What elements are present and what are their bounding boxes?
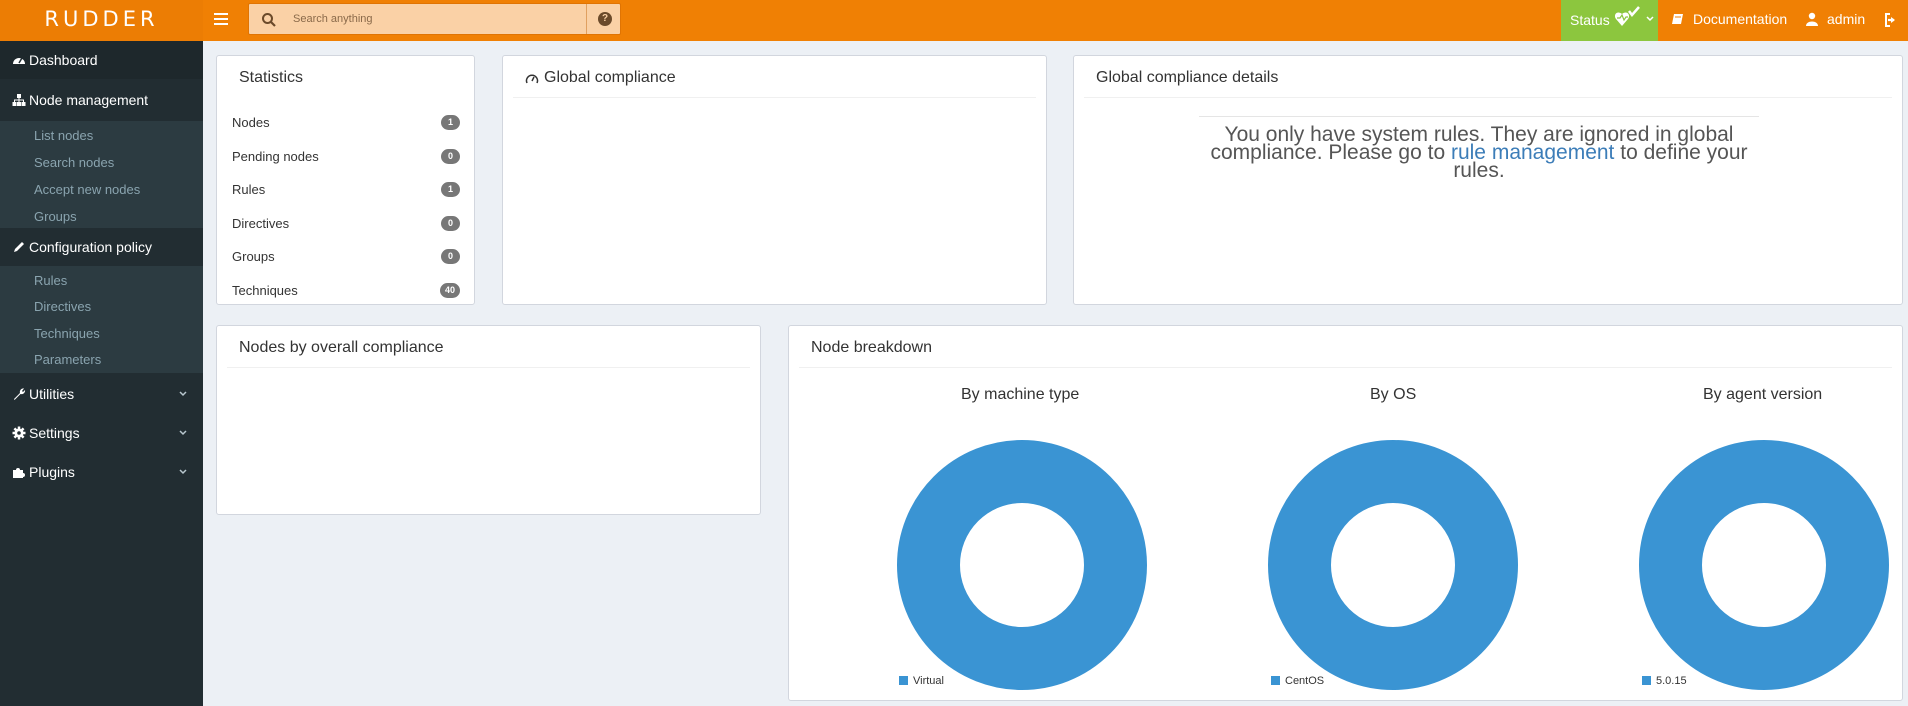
- global-compliance-details-panel: Global compliance details You only have …: [1073, 55, 1903, 305]
- heartbeat-check-icon: [1614, 6, 1640, 26]
- donut-charts: [897, 440, 1889, 690]
- legend-item[interactable]: Virtual: [899, 675, 944, 687]
- legend-label: 5.0.15: [1656, 675, 1687, 687]
- donut-slice-5-0-15[interactable]: [1639, 440, 1889, 690]
- stat-row-rules[interactable]: Rules 1: [232, 180, 460, 200]
- book-icon: [1672, 14, 1683, 24]
- legend-swatch: [899, 676, 908, 685]
- panel-divider: [227, 367, 750, 368]
- sidebar-item-plugins[interactable]: Plugins: [0, 453, 203, 491]
- chevron-down-icon: [179, 469, 187, 475]
- status-button[interactable]: Status: [1561, 0, 1658, 41]
- search-box: ?: [248, 3, 621, 35]
- sidebar-item-label: Node management: [29, 92, 149, 108]
- message-divider: [1199, 116, 1759, 117]
- legend-swatch: [1642, 676, 1651, 685]
- panel-title: Global compliance: [544, 69, 676, 86]
- sidebar-item-dashboard[interactable]: Dashboard: [0, 41, 203, 79]
- rudder-logo[interactable]: RUDDER: [0, 0, 203, 41]
- stat-label: Pending nodes: [232, 149, 319, 164]
- sidebar-item-label: Settings: [29, 425, 80, 441]
- donut-slice-virtual[interactable]: [897, 440, 1147, 690]
- submenu-item-list-nodes[interactable]: List nodes: [34, 128, 93, 143]
- submenu-item-techniques[interactable]: Techniques: [34, 326, 100, 341]
- count-badge: 0: [441, 216, 460, 231]
- stat-row-techniques[interactable]: Techniques 40: [232, 281, 460, 301]
- wrench-icon: [14, 388, 26, 400]
- submenu-item-directives[interactable]: Directives: [34, 299, 91, 314]
- count-badge: 1: [441, 182, 460, 197]
- submenu-item-groups[interactable]: Groups: [34, 209, 77, 224]
- sidebar-item-label: Dashboard: [29, 52, 98, 68]
- stat-label: Nodes: [232, 115, 270, 130]
- count-badge: 0: [441, 249, 460, 264]
- sidebar-item-label: Configuration policy: [29, 239, 152, 255]
- configuration-policy-submenu: Rules Directives Techniques Parameters: [0, 266, 203, 373]
- gear-icon: [12, 426, 26, 440]
- documentation-label: Documentation: [1693, 11, 1788, 27]
- panel-title: Nodes by overall compliance: [239, 339, 444, 356]
- global-compliance-panel: Global compliance: [502, 55, 1047, 305]
- panel-title: Statistics: [239, 69, 304, 86]
- legend-label: CentOS: [1285, 675, 1325, 687]
- stat-label: Directives: [232, 216, 290, 231]
- submenu-item-parameters[interactable]: Parameters: [34, 352, 101, 367]
- system-rules-message: You only have system rules. They are ign…: [1194, 124, 1764, 181]
- pencil-icon: [14, 242, 24, 252]
- dashboard-icon: [13, 57, 25, 64]
- legend-item[interactable]: 5.0.15: [1642, 675, 1687, 687]
- panel-divider: [1084, 97, 1892, 98]
- panel-divider: [513, 97, 1036, 98]
- chevron-down-icon: [1646, 16, 1654, 22]
- node-management-submenu: List nodes Search nodes Accept new nodes…: [0, 121, 203, 228]
- node-breakdown-panel: Node breakdown By machine type By OS By …: [788, 325, 1903, 701]
- count-badge: 1: [441, 115, 460, 130]
- search-icon: [262, 13, 276, 27]
- sitemap-icon: [12, 94, 26, 106]
- user-name: admin: [1827, 11, 1866, 27]
- search-divider: [586, 4, 587, 34]
- count-badge: 40: [439, 283, 460, 298]
- count-badge: 0: [441, 149, 460, 164]
- stat-label: Rules: [232, 182, 266, 197]
- status-label: Status: [1570, 12, 1610, 28]
- submenu-item-rules[interactable]: Rules: [34, 273, 67, 288]
- submenu-item-search-nodes[interactable]: Search nodes: [34, 155, 114, 170]
- sidebar-item-settings[interactable]: Settings: [0, 414, 203, 452]
- search-input[interactable]: [293, 8, 593, 30]
- logout-icon[interactable]: [1884, 12, 1900, 28]
- statistics-panel: Statistics Nodes 1 Pending nodes 0 Rules…: [216, 55, 475, 305]
- submenu-item-accept-new-nodes[interactable]: Accept new nodes: [34, 182, 140, 197]
- chevron-down-icon: [179, 430, 187, 436]
- sidebar-item-configuration-policy[interactable]: Configuration policy: [0, 228, 203, 266]
- chevron-down-icon: [179, 391, 187, 397]
- puzzle-icon: [13, 468, 25, 478]
- panel-title: Node breakdown: [811, 339, 932, 356]
- stat-label: Techniques: [232, 283, 298, 298]
- stat-label: Groups: [232, 249, 275, 264]
- sidebar-item-label: Utilities: [29, 386, 75, 402]
- gauge-icon: [525, 74, 539, 84]
- stat-row-nodes[interactable]: Nodes 1: [232, 113, 460, 133]
- legend-item[interactable]: CentOS: [1271, 675, 1324, 687]
- legend-label: Virtual: [913, 675, 944, 687]
- sidebar-toggle-icon[interactable]: [214, 11, 228, 25]
- stat-row-directives[interactable]: Directives 0: [232, 214, 460, 234]
- sidebar-item-utilities[interactable]: Utilities: [0, 375, 203, 413]
- panel-title: Global compliance details: [1096, 69, 1279, 86]
- top-navbar: RUDDER ? Status Documentation: [0, 0, 1908, 41]
- legend-swatch: [1271, 676, 1280, 685]
- sidebar-item-node-management[interactable]: Node management: [0, 81, 203, 119]
- user-icon: [1806, 12, 1818, 26]
- panel-divider: [799, 367, 1892, 368]
- stat-row-pending-nodes[interactable]: Pending nodes 0: [232, 147, 460, 167]
- nodes-by-compliance-panel: Nodes by overall compliance: [216, 325, 761, 515]
- donut-slice-centos[interactable]: [1268, 440, 1518, 690]
- help-icon[interactable]: ?: [598, 12, 612, 26]
- sidebar: Dashboard Node management List nodes Sea…: [0, 41, 203, 706]
- sidebar-item-label: Plugins: [29, 464, 75, 480]
- stat-row-groups[interactable]: Groups 0: [232, 247, 460, 267]
